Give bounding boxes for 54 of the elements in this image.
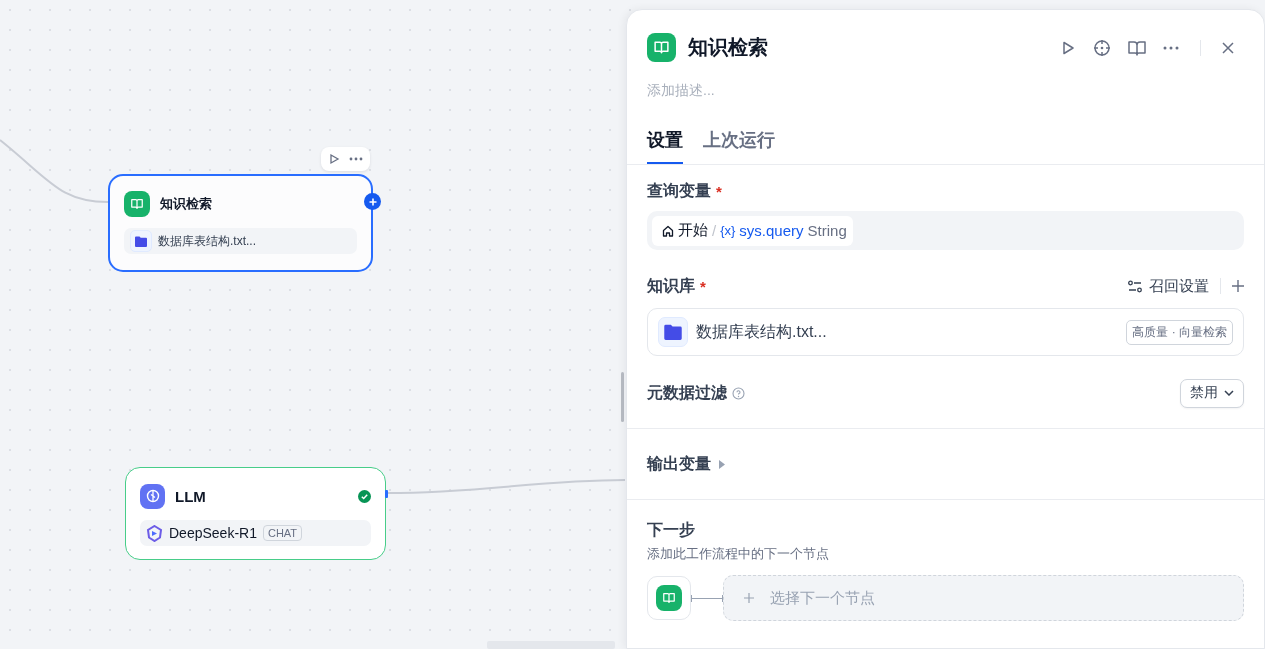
variable-field[interactable]: 开始 / {x} sys.query String [647,211,1244,250]
model-name: DeepSeek-R1 [169,525,257,541]
required-mark: * [716,182,722,200]
knowledge-node[interactable]: 知识检索 数据库表结构.txt... [108,174,373,272]
connector-line [691,594,723,602]
source-node-name: 开始 [678,221,708,240]
play-icon[interactable] [328,153,340,165]
required-mark: * [700,277,706,295]
current-node-icon [647,576,691,620]
folder-icon [130,230,152,252]
node-title: LLM [175,487,206,505]
output-variables-toggle[interactable]: 输出变量 [647,453,725,475]
folder-icon [658,317,688,347]
crosshair-icon[interactable] [1093,38,1111,57]
node-title: 知识检索 [160,195,212,213]
brain-icon [140,483,165,509]
recall-settings-button[interactable]: 召回设置 [1128,276,1209,296]
section-description: 添加此工作流程中的下一个节点 [647,545,830,563]
book-icon[interactable] [1128,39,1146,56]
retrieval-tag: 高质量 · 向量检索 [1126,319,1233,345]
section-title: 下一步 [647,520,696,540]
model-logo-icon [146,524,163,542]
output-handle[interactable] [385,490,388,498]
variable-type: String [807,222,847,239]
path-separator: / [712,222,717,239]
book-icon [647,33,676,62]
field-label: 元数据过滤 [647,382,727,403]
variable-name: sys.query [739,222,804,239]
play-icon[interactable] [1060,39,1076,56]
field-label: 知识库 [647,275,695,296]
knowledge-name: 数据库表结构.txt... [696,321,827,342]
tab[interactable]: 设置 [647,122,683,164]
sliders-icon [1128,279,1142,293]
caret-icon [719,459,725,469]
home-icon [662,224,674,237]
panel-title: 知识检索 [688,35,768,60]
filter-mode-select[interactable]: 禁用 [1180,378,1244,408]
tab[interactable]: 上次运行 [703,122,775,164]
chevron-down-icon [1224,390,1234,396]
field-label: 查询变量 [647,180,711,201]
close-icon[interactable] [1222,41,1234,54]
knowledge-name: 数据库表结构.txt... [158,232,256,250]
model-type-badge: CHAT [262,525,303,541]
llm-node[interactable]: LLM DeepSeek-R1 CHAT [125,467,386,560]
description-field[interactable]: 添加描述... [647,78,1244,102]
more-icon[interactable] [349,157,363,161]
knowledge-item[interactable]: 数据库表结构.txt... 高质量 · 向量检索 [647,308,1244,356]
plus-icon [744,593,754,603]
add-handle[interactable] [364,193,381,210]
variable-marker: {x} [720,223,736,238]
book-icon [124,191,150,217]
scrollbar[interactable] [621,372,624,422]
plus-icon[interactable] [1232,280,1244,292]
more-icon[interactable] [1163,45,1179,50]
